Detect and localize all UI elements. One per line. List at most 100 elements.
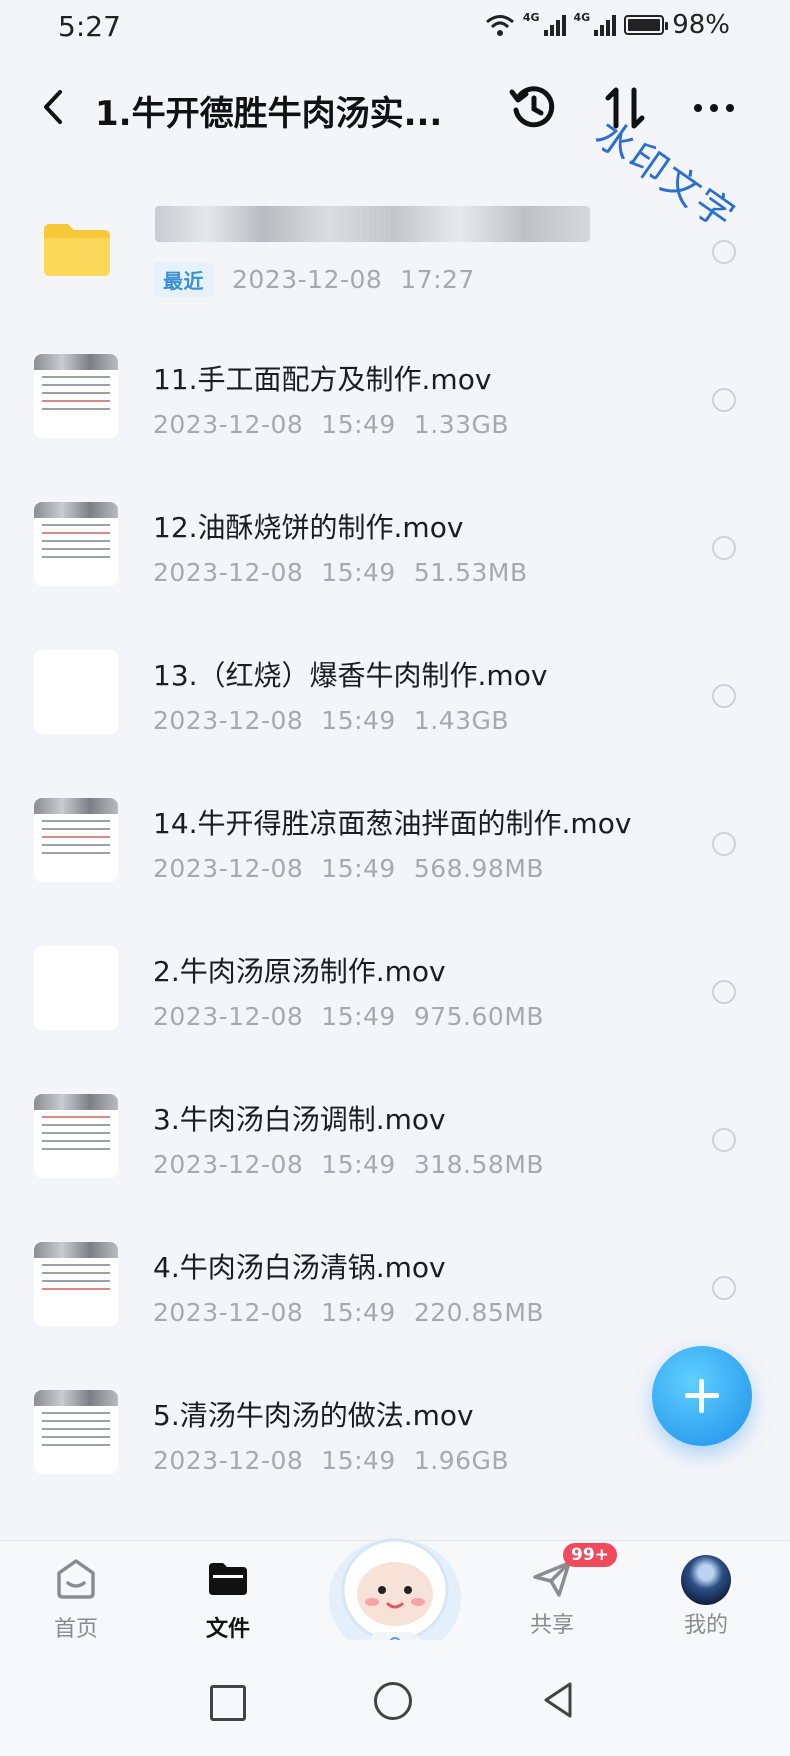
file-time: 15:49	[321, 706, 396, 735]
nav-share-label: 共享	[529, 1613, 574, 1638]
share-badge: 99+	[563, 1543, 617, 1567]
file-name: 5.清汤牛肉汤的做法.mov	[153, 1399, 474, 1432]
file-name: 12.油酥烧饼的制作.mov	[153, 511, 464, 544]
file-list: 最近 2023-12-08 17:27 11.手工面配方及制作.mov 2023-1…	[0, 178, 790, 1510]
back-icon[interactable]	[34, 84, 74, 130]
back-triangle-icon[interactable]	[538, 1680, 578, 1720]
nav-files-label: 文件	[205, 1617, 250, 1642]
select-checkbox[interactable]	[712, 388, 736, 412]
nav-home-label: 首页	[53, 1617, 98, 1642]
file-time: 15:49	[321, 1446, 396, 1475]
file-name: 13.（红烧）爆香牛肉制作.mov	[153, 659, 548, 692]
avatar	[681, 1555, 731, 1605]
battery-icon	[624, 15, 669, 35]
more-icon[interactable]	[688, 80, 744, 136]
folder-icon	[44, 224, 110, 276]
select-checkbox[interactable]	[712, 980, 736, 1004]
file-name: 3.牛肉汤白汤调制.mov	[153, 1103, 446, 1136]
file-thumbnail	[34, 354, 118, 438]
wifi-icon	[485, 15, 514, 36]
file-meta: 2023-12-08 15:49 1.33GB	[153, 410, 527, 439]
file-meta: 2023-12-08 15:49 1.43GB	[153, 706, 527, 735]
file-meta: 2023-12-08 15:49 220.85MB	[153, 1298, 562, 1327]
home-icon	[57, 1559, 95, 1599]
file-row[interactable]: 11.手工面配方及制作.mov 2023-12-08 15:49 1.33GB	[0, 326, 790, 474]
top-bar: 1.牛开德胜牛肉汤实... 水印文字	[0, 56, 790, 239]
nav-me[interactable]: 我的	[656, 1555, 756, 1639]
file-date: 2023-12-08	[153, 1150, 304, 1179]
file-date: 2023-12-08	[153, 410, 304, 439]
page-title: 1.牛开德胜牛肉汤实...	[95, 94, 443, 134]
select-checkbox[interactable]	[712, 1128, 736, 1152]
file-row[interactable]: 12.油酥烧饼的制作.mov 2023-12-08 15:49 51.53MB	[0, 474, 790, 622]
network-type-2: 4G	[573, 10, 591, 24]
file-size: 220.85MB	[413, 1298, 545, 1327]
signal-icon-2	[594, 14, 617, 36]
file-row[interactable]: 13.（红烧）爆香牛肉制作.mov 2023-12-08 15:49 1.43GB	[0, 622, 790, 770]
file-row[interactable]: 2.牛肉汤原汤制作.mov 2023-12-08 15:49 975.60MB	[0, 918, 790, 1066]
select-checkbox[interactable]	[712, 684, 736, 708]
nav-share[interactable]: 99+ 共享	[502, 1543, 617, 1639]
system-nav-bar	[0, 1640, 790, 1756]
file-time: 15:49	[321, 558, 396, 587]
file-size: 975.60MB	[413, 1002, 545, 1031]
file-thumbnail	[34, 650, 118, 734]
folder-meta: 最近 2023-12-08 17:27	[153, 262, 493, 297]
select-checkbox[interactable]	[712, 536, 736, 560]
file-thumbnail	[34, 798, 118, 882]
file-size: 1.33GB	[413, 410, 510, 439]
file-meta: 2023-12-08 15:49 1.96GB	[153, 1446, 527, 1475]
folder-name-blurred	[155, 206, 590, 242]
history-icon[interactable]	[506, 80, 562, 136]
battery-percent: 98%	[672, 10, 730, 40]
file-meta: 2023-12-08 15:49 568.98MB	[153, 854, 562, 883]
select-checkbox[interactable]	[712, 832, 736, 856]
file-thumbnail	[34, 1094, 118, 1178]
file-meta: 2023-12-08 15:49 318.58MB	[153, 1150, 562, 1179]
file-time: 15:49	[321, 1298, 396, 1327]
nav-files[interactable]: 文件	[178, 1555, 278, 1643]
file-time: 15:49	[321, 410, 396, 439]
file-thumbnail	[34, 502, 118, 586]
file-meta: 2023-12-08 15:49 975.60MB	[153, 1002, 562, 1031]
file-date: 2023-12-08	[153, 1298, 304, 1327]
recent-tag: 最近	[153, 262, 214, 297]
file-name: 4.牛肉汤白汤清锅.mov	[153, 1251, 446, 1284]
folder-time: 17:27	[400, 265, 475, 294]
home-circle-icon[interactable]	[374, 1682, 412, 1720]
file-row[interactable]: 4.牛肉汤白汤清锅.mov 2023-12-08 15:49 220.85MB	[0, 1214, 790, 1362]
file-thumbnail	[34, 1390, 118, 1474]
status-icons: 4G 4G 98%	[485, 10, 730, 40]
select-checkbox[interactable]	[712, 1276, 736, 1300]
nav-home[interactable]: 首页	[26, 1555, 126, 1643]
file-name: 14.牛开得胜凉面葱油拌面的制作.mov	[153, 807, 632, 840]
file-date: 2023-12-08	[153, 854, 304, 883]
file-thumbnail	[34, 946, 118, 1030]
file-date: 2023-12-08	[153, 1002, 304, 1031]
file-date: 2023-12-08	[153, 1446, 304, 1475]
file-thumbnail	[34, 1242, 118, 1326]
select-checkbox[interactable]	[712, 240, 736, 264]
file-date: 2023-12-08	[153, 558, 304, 587]
file-row[interactable]: 3.牛肉汤白汤调制.mov 2023-12-08 15:49 318.58MB	[0, 1066, 790, 1214]
signal-icon-1	[543, 14, 566, 36]
file-time: 15:49	[321, 1150, 396, 1179]
file-time: 15:49	[321, 1002, 396, 1031]
add-button[interactable]	[652, 1346, 752, 1446]
mascot-icon[interactable]	[320, 1520, 470, 1660]
file-date: 2023-12-08	[153, 706, 304, 735]
file-size: 318.58MB	[413, 1150, 545, 1179]
folder-row[interactable]: 最近 2023-12-08 17:27	[0, 178, 790, 326]
folder-date: 2023-12-08	[232, 265, 383, 294]
network-type-1: 4G	[522, 10, 540, 24]
file-size: 1.96GB	[413, 1446, 510, 1475]
file-name: 11.手工面配方及制作.mov	[153, 363, 492, 396]
status-bar: 5:27 4G 4G 98%	[0, 0, 790, 56]
file-row[interactable]: 14.牛开得胜凉面葱油拌面的制作.mov 2023-12-08 15:49 568.…	[0, 770, 790, 918]
status-time: 5:27	[58, 10, 121, 43]
file-size: 1.43GB	[413, 706, 510, 735]
file-size: 568.98MB	[413, 854, 545, 883]
file-time: 15:49	[321, 854, 396, 883]
recents-icon[interactable]	[210, 1685, 246, 1721]
nav-me-label: 我的	[683, 1613, 728, 1638]
